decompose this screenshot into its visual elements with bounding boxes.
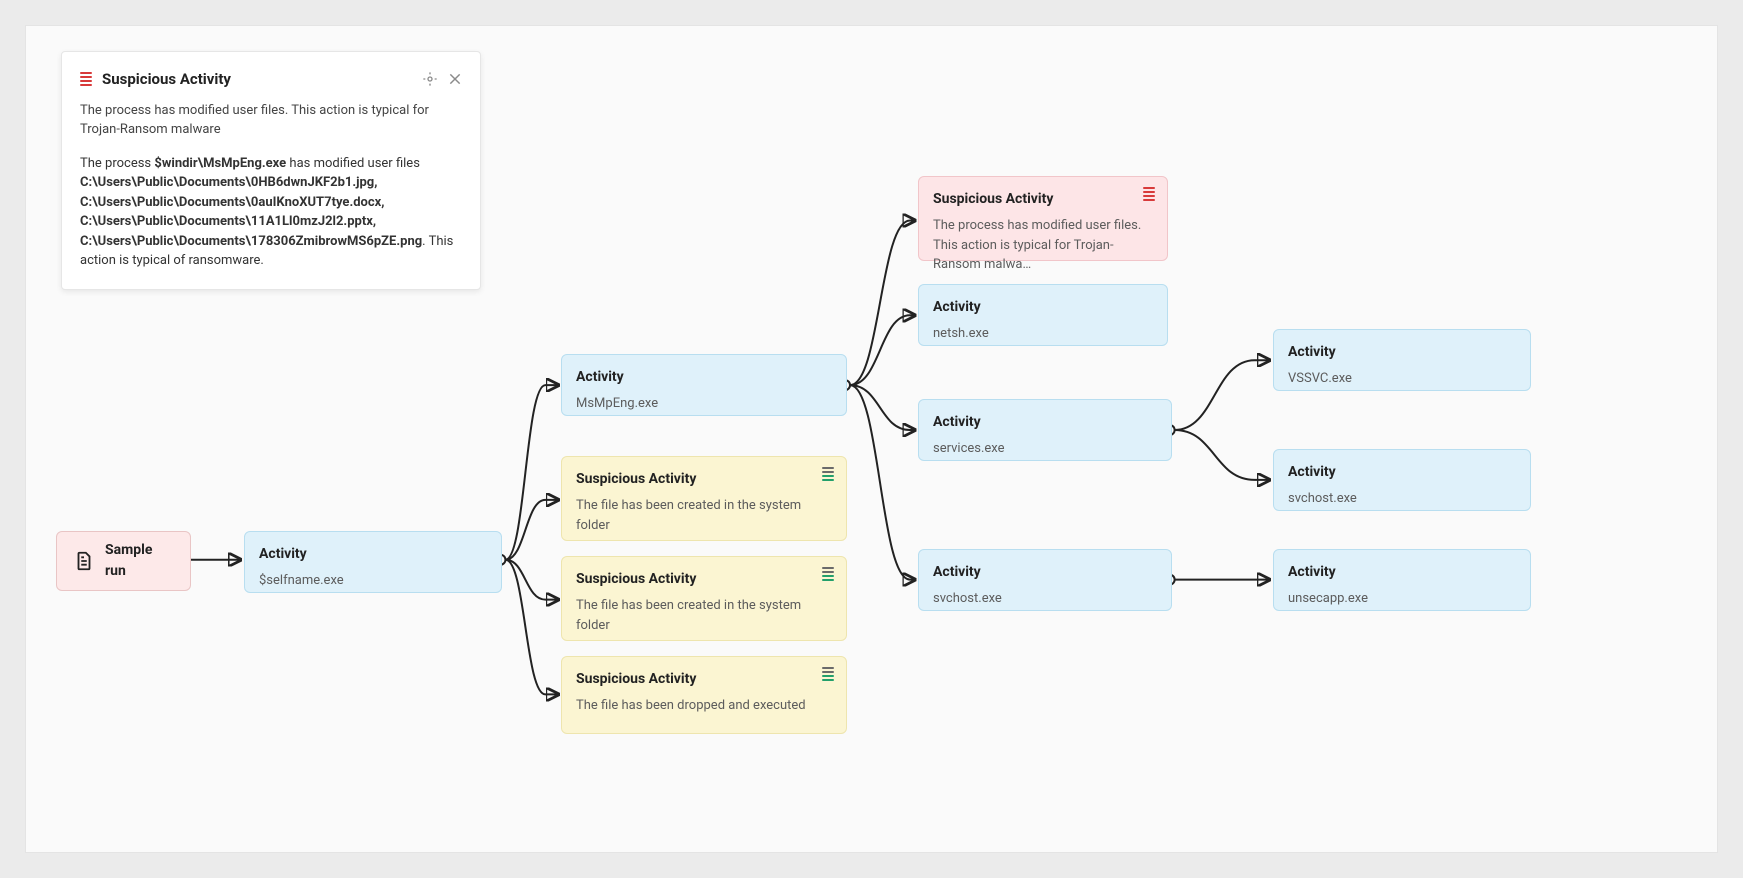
node-subtitle: The file has been dropped and executed — [576, 696, 832, 716]
node-title: Activity — [933, 562, 1157, 583]
node-activity-svchost-branch[interactable]: Activity svchost.exe — [918, 549, 1172, 611]
info-panel-title: Suspicious Activity — [102, 68, 231, 91]
node-activity-services[interactable]: Activity services.exe — [918, 399, 1172, 461]
flag-icon — [822, 467, 834, 481]
node-subtitle: services.exe — [933, 439, 1157, 459]
close-icon[interactable] — [448, 72, 462, 86]
node-suspicious-activity-dropped-executed[interactable]: Suspicious Activity The file has been dr… — [561, 656, 847, 734]
sample-icon — [73, 550, 95, 572]
info-panel-suspicious-activity: Suspicious Activity The process has modi… — [61, 51, 481, 290]
node-title: Activity — [933, 412, 1157, 433]
node-suspicious-activity-ransom[interactable]: Suspicious Activity The process has modi… — [918, 176, 1168, 261]
node-subtitle: The file has been created in the system … — [576, 496, 832, 535]
node-title: Suspicious Activity — [576, 569, 832, 590]
node-activity-svchost[interactable]: Activity svchost.exe — [1273, 449, 1531, 511]
info-panel-description: The process has modified user files. Thi… — [80, 101, 462, 140]
node-subtitle: netsh.exe — [933, 324, 1153, 344]
flag-icon — [80, 72, 92, 86]
node-suspicious-activity-system-folder-1[interactable]: Suspicious Activity The file has been cr… — [561, 456, 847, 541]
info-panel-body: The process $windir\MsMpEng.exe has modi… — [80, 154, 462, 271]
node-subtitle: VSSVC.exe — [1288, 369, 1516, 389]
node-title: Sample run — [105, 540, 174, 582]
node-title: Suspicious Activity — [576, 469, 832, 490]
node-subtitle: unsecapp.exe — [1288, 589, 1516, 609]
process-tree-canvas[interactable]: Suspicious Activity The process has modi… — [25, 25, 1718, 853]
node-activity-netsh[interactable]: Activity netsh.exe — [918, 284, 1168, 346]
node-sample-run[interactable]: Sample run — [56, 531, 191, 591]
node-subtitle: svchost.exe — [933, 589, 1157, 609]
flag-icon — [1143, 187, 1155, 201]
node-title: Activity — [576, 367, 832, 388]
node-subtitle: MsMpEng.exe — [576, 394, 832, 414]
node-subtitle: The file has been created in the system … — [576, 596, 832, 635]
node-activity-vssvc[interactable]: Activity VSSVC.exe — [1273, 329, 1531, 391]
node-title: Activity — [1288, 462, 1516, 483]
flag-icon — [822, 567, 834, 581]
flag-icon — [822, 667, 834, 681]
node-title: Activity — [259, 544, 487, 565]
node-title: Activity — [1288, 342, 1516, 363]
node-suspicious-activity-system-folder-2[interactable]: Suspicious Activity The file has been cr… — [561, 556, 847, 641]
node-subtitle: The process has modified user files. Thi… — [933, 216, 1153, 275]
node-title: Activity — [1288, 562, 1516, 583]
node-title: Suspicious Activity — [933, 189, 1153, 210]
node-activity-selfname[interactable]: Activity $selfname.exe — [244, 531, 502, 593]
node-activity-msmpeng[interactable]: Activity MsMpEng.exe — [561, 354, 847, 416]
node-subtitle: svchost.exe — [1288, 489, 1516, 509]
node-title: Activity — [933, 297, 1153, 318]
focus-icon[interactable] — [422, 71, 438, 87]
node-subtitle: $selfname.exe — [259, 571, 487, 591]
node-title: Suspicious Activity — [576, 669, 832, 690]
node-activity-unsecapp[interactable]: Activity unsecapp.exe — [1273, 549, 1531, 611]
